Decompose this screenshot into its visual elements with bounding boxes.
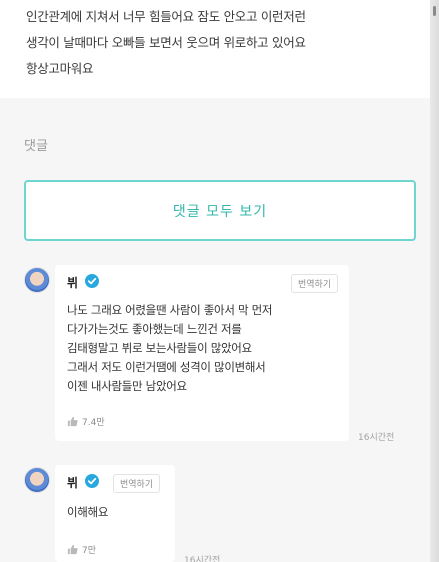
scrollbar[interactable]: [430, 0, 439, 562]
like-button[interactable]: 7.4만: [67, 415, 105, 428]
translate-button[interactable]: 번역하기: [291, 274, 339, 293]
comment-author[interactable]: 뷔: [67, 274, 78, 291]
comment-text-line: 그래서 저도 이런거땜에 성격이 많이변해서: [67, 360, 266, 374]
comment-text-line: 다가가는것도 좋아했는데 느낀건 저를: [67, 322, 242, 336]
post-body: 인간관계에 지쳐서 너무 힘들어요 잠도 안오고 이런저런 생각이 날때마다 오…: [0, 0, 430, 98]
comment-text-line: 나도 그래요 어렸을땐 사람이 좋아서 막 먼저: [67, 303, 273, 317]
translate-button[interactable]: 번역하기: [113, 474, 161, 493]
comment-card: 뷔 번역하기 나도 그래요 어렸을땐 사람이 좋아서 막 먼저 다가가는것도 좋…: [55, 265, 349, 441]
comment-text-line: 이해해요: [67, 505, 109, 519]
comments-section-title: 댓글: [24, 139, 48, 154]
comment-text-line: 이젠 내사람들만 남았어요: [67, 379, 187, 393]
like-count: 7만: [82, 546, 97, 556]
thumbs-up-icon: [67, 544, 78, 555]
post-text-line: 인간관계에 지쳐서 너무 힘들어요 잠도 안오고 이런저런: [26, 9, 306, 24]
comment-timestamp: 16시간전: [358, 433, 395, 443]
comment-author[interactable]: 뷔: [67, 474, 78, 491]
thumbs-up-icon: [67, 416, 78, 427]
post-text-line: 항상고마워요: [26, 61, 94, 76]
comment-timestamp: 16시간전: [184, 556, 221, 562]
comment-card: 뷔 번역하기 이해해요 7만: [55, 465, 175, 562]
avatar[interactable]: [24, 467, 50, 493]
like-button[interactable]: 7만: [67, 543, 96, 556]
avatar[interactable]: [24, 267, 50, 293]
like-count: 7.4만: [82, 418, 105, 428]
comment-text-line: 김태형말고 뷔로 보는사람들이 많았어요: [67, 341, 252, 355]
post-text-line: 생각이 날때마다 오빠들 보면서 웃으며 위로하고 있어요: [26, 35, 306, 50]
view-all-comments-button[interactable]: 댓글 모두 보기: [24, 180, 416, 241]
scrollbar-thumb[interactable]: [433, 6, 436, 16]
check-badge-icon: [85, 474, 99, 488]
check-badge-icon: [85, 274, 99, 288]
